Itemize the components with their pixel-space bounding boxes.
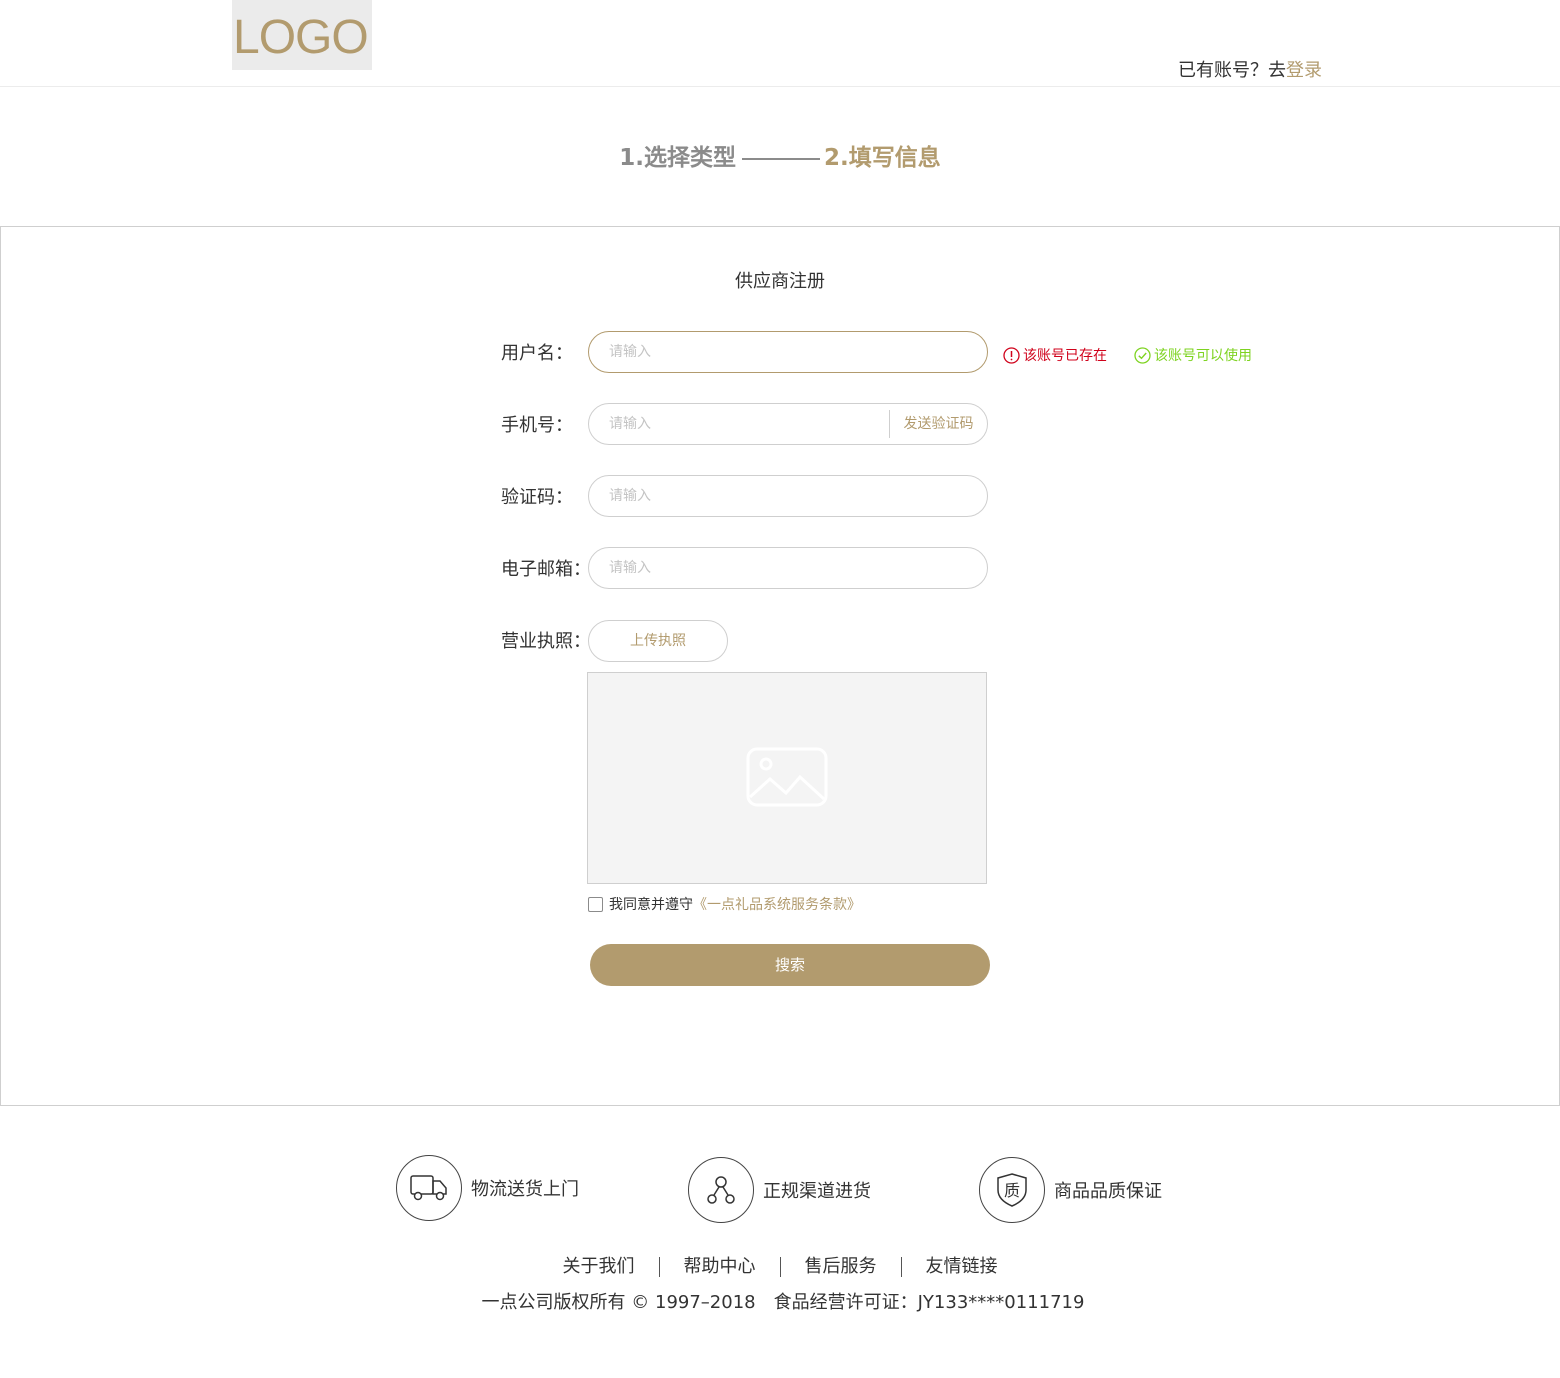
username-input[interactable] [589, 332, 987, 372]
username-available-text: 该账号可以使用 [1154, 348, 1252, 364]
error-circle-icon [1003, 346, 1020, 364]
submit-button[interactable]: 搜索 [590, 944, 990, 986]
copyright: 一点公司版权所有 © 1997–2018 食品经营许可证：JY133****01… [481, 1292, 1085, 1313]
check-circle-icon [1134, 346, 1151, 364]
logo[interactable]: LOGO [232, 0, 372, 70]
truck-icon [396, 1155, 462, 1221]
phone-field: 发送验证码 [588, 403, 988, 445]
login-hint: 已有账号？去登录 [1000, 56, 1322, 82]
login-link[interactable]: 登录 [1286, 60, 1322, 81]
footer-link-friends[interactable]: 友情链接 [902, 1252, 1022, 1278]
form-title: 供应商注册 [735, 271, 825, 292]
step-2-active: 2.填写信息 [824, 145, 941, 171]
code-field [588, 475, 988, 517]
feature-logistics: 物流送货上门 [396, 1155, 579, 1221]
username-field [588, 331, 988, 373]
feature-channel-label: 正规渠道进货 [763, 1181, 871, 1202]
quality-shield-icon: 质 [979, 1157, 1045, 1223]
footer-links: 关于我们 帮助中心 售后服务 友情链接 [0, 1252, 1560, 1278]
code-input[interactable] [589, 476, 987, 516]
feature-logistics-label: 物流送货上门 [471, 1179, 579, 1200]
agree-text: 我同意并遵守 [609, 897, 693, 913]
svg-text:质: 质 [1004, 1181, 1020, 1200]
upload-license-button[interactable]: 上传执照 [588, 620, 728, 662]
agree-checkbox[interactable] [588, 896, 603, 912]
footer-link-help[interactable]: 帮助中心 [660, 1252, 780, 1278]
email-input[interactable] [589, 548, 987, 588]
registration-panel: 供应商注册 用户名： 该账号已存在 该账号可以使用 手机号： 发送验证码 验证码… [0, 226, 1560, 1106]
agreement: 我同意并遵守 《一点礼品系统服务条款》 [588, 894, 861, 914]
email-field [588, 547, 988, 589]
step-1: 1.选择类型 [619, 145, 736, 171]
phone-input[interactable] [589, 404, 889, 444]
feature-quality-label: 商品品质保证 [1054, 1181, 1162, 1202]
license-label: 营业执照： [501, 631, 591, 652]
terms-link[interactable]: 《一点礼品系统服务条款》 [693, 894, 861, 914]
license-preview[interactable] [587, 672, 987, 884]
login-prompt: 已有账号？去 [1178, 60, 1286, 81]
username-available-message: 该账号可以使用 [1134, 345, 1252, 365]
feature-channel: 正规渠道进货 [688, 1157, 871, 1223]
send-code-button[interactable]: 发送验证码 [889, 410, 987, 438]
username-label: 用户名： [501, 343, 573, 364]
username-exists-message: 该账号已存在 [1003, 345, 1107, 365]
step-indicator: 1.选择类型 2.填写信息 [0, 138, 1560, 172]
image-placeholder-icon [746, 747, 828, 807]
footer-link-about[interactable]: 关于我们 [539, 1252, 659, 1278]
email-label: 电子邮箱： [501, 559, 591, 580]
channel-icon [688, 1157, 754, 1223]
header: LOGO 已有账号？去登录 [0, 0, 1560, 87]
code-label: 验证码： [501, 487, 573, 508]
footer-link-aftersale[interactable]: 售后服务 [781, 1252, 901, 1278]
phone-label: 手机号： [501, 415, 573, 436]
username-exists-text: 该账号已存在 [1023, 348, 1107, 364]
step-connector [742, 157, 820, 160]
feature-quality: 质 商品品质保证 [979, 1157, 1162, 1223]
